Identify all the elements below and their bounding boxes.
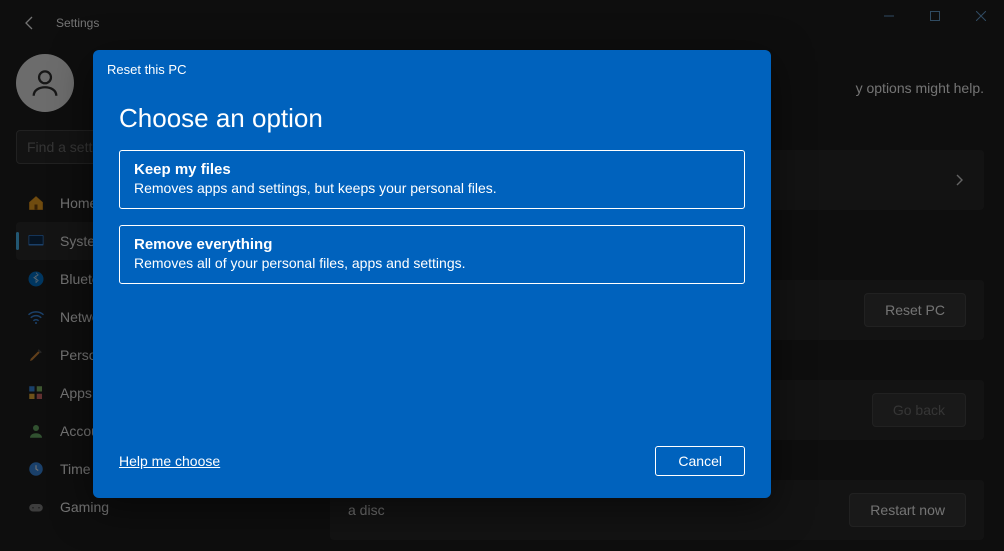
cancel-button[interactable]: Cancel — [655, 446, 745, 476]
option-remove-everything[interactable]: Remove everything Removes all of your pe… — [119, 225, 745, 284]
modal-title: Choose an option — [93, 77, 771, 134]
option-desc: Removes all of your personal files, apps… — [134, 255, 730, 271]
help-me-choose-link[interactable]: Help me choose — [119, 453, 220, 469]
option-title: Keep my files — [134, 161, 730, 178]
option-keep-files[interactable]: Keep my files Removes apps and settings,… — [119, 150, 745, 209]
option-title: Remove everything — [134, 236, 730, 253]
reset-pc-modal: Reset this PC Choose an option Keep my f… — [93, 50, 771, 498]
modal-header: Reset this PC — [93, 50, 771, 77]
option-desc: Removes apps and settings, but keeps you… — [134, 180, 730, 196]
